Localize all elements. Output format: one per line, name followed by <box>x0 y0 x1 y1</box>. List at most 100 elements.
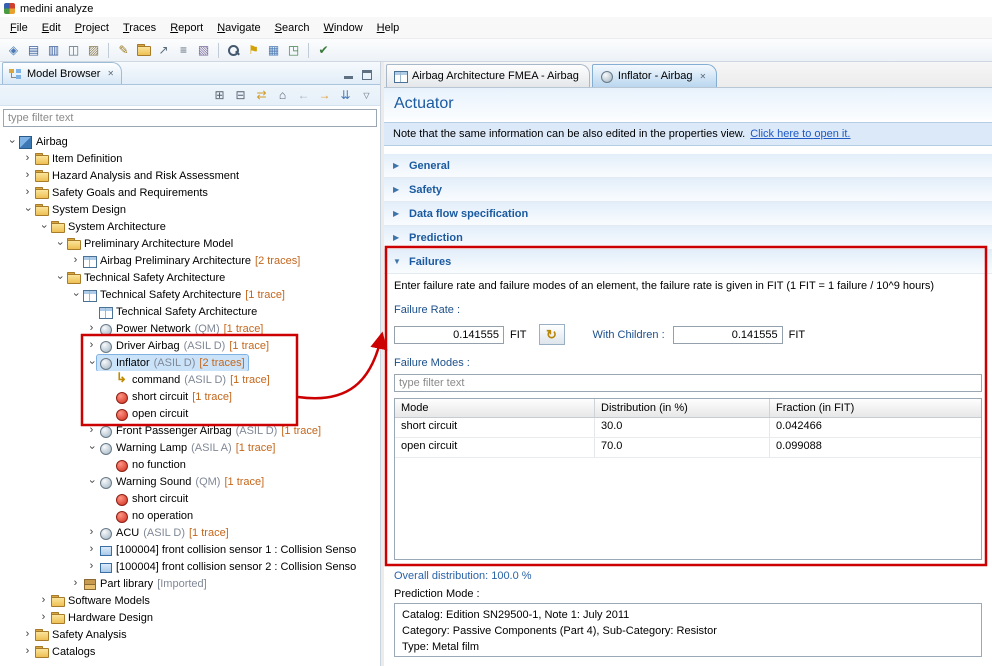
close-icon[interactable]: ✕ <box>700 72 707 81</box>
tab-inflator-airbag[interactable]: Inflator - Airbag ✕ <box>592 64 717 87</box>
chevron-collapsed-icon[interactable]: › <box>22 153 33 164</box>
tree-item-short-circuit[interactable]: short circuit <box>0 490 380 507</box>
home-icon[interactable]: ⌂ <box>274 87 291 104</box>
menu-file[interactable]: File <box>3 20 35 36</box>
tree-item-warning-sound[interactable]: ›Warning Sound(QM)[1 trace] <box>0 473 380 490</box>
model-filter-input[interactable] <box>3 109 377 127</box>
tree-item-safety-analysis[interactable]: ›Safety Analysis <box>0 626 380 643</box>
section-data-flow-specification[interactable]: ▶Data flow specification <box>384 202 992 226</box>
menu-window[interactable]: Window <box>317 20 370 36</box>
model-browser-tab[interactable]: Model Browser ✕ <box>2 62 122 84</box>
chevron-collapsed-icon[interactable]: › <box>38 612 49 623</box>
diagram-icon[interactable]: ◳ <box>284 41 303 60</box>
new-wizard-icon[interactable]: ◈ <box>4 41 23 60</box>
tree-item-technical-safety-architecture[interactable]: ›Technical Safety Architecture[1 trace] <box>0 286 380 303</box>
chevron-collapsed-icon[interactable]: › <box>86 323 97 334</box>
chevron-expanded-icon[interactable]: › <box>86 442 97 453</box>
chevron-collapsed-icon[interactable]: › <box>38 595 49 606</box>
table-icon[interactable]: ▦ <box>264 41 283 60</box>
tree-item-system-architecture[interactable]: ›System Architecture <box>0 218 380 235</box>
tree-item-technical-safety-architecture[interactable]: Technical Safety Architecture <box>0 303 380 320</box>
tree-item-catalogs[interactable]: ›Catalogs <box>0 643 380 660</box>
expand-all-icon[interactable]: ⊞ <box>211 87 228 104</box>
column-header-distribution-in[interactable]: Distribution (in %) <box>595 399 770 417</box>
tree-item-no-function[interactable]: no function <box>0 456 380 473</box>
back-icon[interactable]: ← <box>295 87 312 104</box>
tree-item-no-operation[interactable]: no operation <box>0 507 380 524</box>
tree-item-short-circuit[interactable]: short circuit[1 trace] <box>0 388 380 405</box>
link-with-editor-icon[interactable]: ⇄ <box>253 87 270 104</box>
tree-item-open-circuit[interactable]: open circuit <box>0 405 380 422</box>
chevron-collapsed-icon[interactable]: › <box>86 340 97 351</box>
note-link[interactable]: Click here to open it. <box>750 128 850 140</box>
tree-item-power-network[interactable]: ›Power Network(QM)[1 trace] <box>0 320 380 337</box>
search-icon[interactable] <box>224 41 243 60</box>
chevron-expanded-icon[interactable]: › <box>86 476 97 487</box>
failure-rate-input[interactable] <box>394 326 504 344</box>
chevron-collapsed-icon[interactable]: › <box>22 170 33 181</box>
menu-search[interactable]: Search <box>268 20 317 36</box>
chevron-expanded-icon[interactable]: › <box>54 272 65 283</box>
tree-item-safety-goals-and-requirements[interactable]: ›Safety Goals and Requirements <box>0 184 380 201</box>
menu-traces[interactable]: Traces <box>116 20 163 36</box>
tree-item-hazard-analysis-and-risk-assessment[interactable]: ›Hazard Analysis and Risk Assessment <box>0 167 380 184</box>
menu-report[interactable]: Report <box>163 20 210 36</box>
menu-help[interactable]: Help <box>370 20 407 36</box>
chevron-collapsed-icon[interactable]: › <box>70 255 81 266</box>
tree-item-software-models[interactable]: ›Software Models <box>0 592 380 609</box>
tree-item-system-design[interactable]: ›System Design <box>0 201 380 218</box>
tree-item-driver-airbag[interactable]: ›Driver Airbag(ASIL D)[1 trace] <box>0 337 380 354</box>
chevron-collapsed-icon[interactable]: › <box>70 578 81 589</box>
menu-edit[interactable]: Edit <box>35 20 68 36</box>
tree-item-100004-front-collision-sensor-2-collision-senso[interactable]: ›[100004] front collision sensor 2 : Col… <box>0 558 380 575</box>
tree-item-preliminary-architecture-model[interactable]: ›Preliminary Architecture Model <box>0 235 380 252</box>
failure-modes-filter-input[interactable] <box>394 374 982 392</box>
chevron-collapsed-icon[interactable]: › <box>22 629 33 640</box>
minimize-icon[interactable] <box>344 70 354 80</box>
check-icon[interactable]: ✔ <box>314 41 333 60</box>
tree-item-part-library[interactable]: ›Part library[Imported] <box>0 575 380 592</box>
paste-icon[interactable]: ▨ <box>84 41 103 60</box>
tree-item-airbag-preliminary-architecture[interactable]: ›Airbag Preliminary Architecture[2 trace… <box>0 252 380 269</box>
package-icon[interactable]: ▧ <box>194 41 213 60</box>
chevron-collapsed-icon[interactable]: › <box>86 527 97 538</box>
chevron-expanded-icon[interactable]: › <box>86 357 97 368</box>
view-menu-icon[interactable]: ▽ <box>358 87 375 104</box>
copy-icon[interactable]: ◫ <box>64 41 83 60</box>
save-all-icon[interactable]: ▥ <box>44 41 63 60</box>
section-general[interactable]: ▶General <box>384 154 992 178</box>
with-children-input[interactable] <box>673 326 783 344</box>
section-safety[interactable]: ▶Safety <box>384 178 992 202</box>
menu-navigate[interactable]: Navigate <box>210 20 267 36</box>
table-row[interactable]: open circuit70.00.099088 <box>395 438 981 458</box>
recalculate-button[interactable]: ↻ <box>539 324 565 345</box>
tree-item-command[interactable]: command(ASIL D)[1 trace] <box>0 371 380 388</box>
export-icon[interactable]: ↗ <box>154 41 173 60</box>
maximize-icon[interactable] <box>362 70 372 80</box>
chevron-expanded-icon[interactable]: › <box>54 238 65 249</box>
chevron-collapsed-icon[interactable]: › <box>22 646 33 657</box>
tree-item-inflator[interactable]: ›Inflator(ASIL D)[2 traces] <box>0 354 380 371</box>
tree-item-100004-front-collision-sensor-1-collision-senso[interactable]: ›[100004] front collision sensor 1 : Col… <box>0 541 380 558</box>
tree-item-warning-lamp[interactable]: ›Warning Lamp(ASIL A)[1 trace] <box>0 439 380 456</box>
tree-item-front-passenger-airbag[interactable]: ›Front Passenger Airbag(ASIL D)[1 trace] <box>0 422 380 439</box>
column-header-mode[interactable]: Mode <box>395 399 595 417</box>
tree-item-airbag[interactable]: ›Airbag <box>0 133 380 150</box>
open-folder-icon[interactable] <box>134 41 153 60</box>
save-icon[interactable]: ▤ <box>24 41 43 60</box>
column-header-fraction-in-fit[interactable]: Fraction (in FIT) <box>770 399 981 417</box>
chevron-expanded-icon[interactable]: › <box>6 136 17 147</box>
chevron-collapsed-icon[interactable]: › <box>86 425 97 436</box>
tree-item-item-definition[interactable]: ›Item Definition <box>0 150 380 167</box>
chevron-collapsed-icon[interactable]: › <box>86 544 97 555</box>
chevron-expanded-icon[interactable]: › <box>22 204 33 215</box>
chevron-expanded-icon[interactable]: › <box>38 221 49 232</box>
tab-airbag-architecture-fmea[interactable]: Airbag Architecture FMEA - Airbag <box>386 64 590 87</box>
tree-item-acu[interactable]: ›ACU(ASIL D)[1 trace] <box>0 524 380 541</box>
section-failures[interactable]: ▼ Failures <box>384 250 992 274</box>
table-row[interactable]: short circuit30.00.042466 <box>395 418 981 438</box>
close-icon[interactable]: ✕ <box>107 69 114 78</box>
chevron-collapsed-icon[interactable]: › <box>86 561 97 572</box>
collapse-all-icon[interactable]: ⊟ <box>232 87 249 104</box>
tree-item-technical-safety-architecture[interactable]: ›Technical Safety Architecture <box>0 269 380 286</box>
